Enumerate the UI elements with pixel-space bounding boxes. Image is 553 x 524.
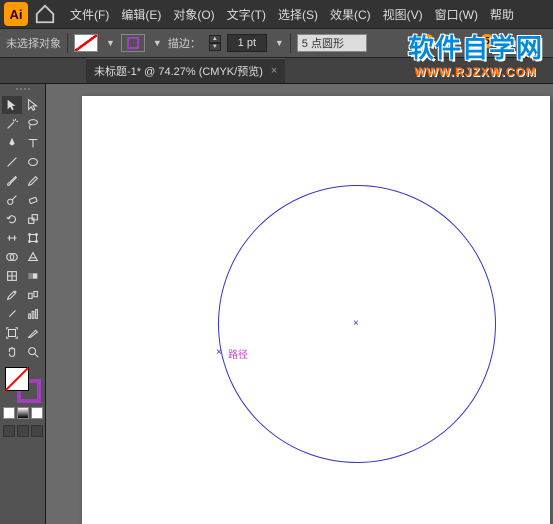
stroke-weight-dropdown-icon[interactable]: ▼ [275, 38, 284, 48]
menu-bar: Ai 文件(F) 编辑(E) 对象(O) 文字(T) 选择(S) 效果(C) 视… [0, 0, 553, 28]
canvas[interactable]: × × 路径 [46, 84, 553, 524]
lasso-tool[interactable] [23, 115, 43, 133]
document-tab[interactable]: 未标题-1* @ 74.27% (CMYK/预览) × [86, 58, 285, 83]
draw-behind-icon[interactable] [17, 425, 29, 437]
line-tool[interactable] [2, 153, 22, 171]
profile-select[interactable] [297, 34, 367, 52]
perspective-tool[interactable] [23, 248, 43, 266]
stroke-stepper[interactable]: ▲ ▼ [209, 35, 221, 51]
divider [290, 33, 291, 53]
graph-tool[interactable] [23, 305, 43, 323]
menu-select[interactable]: 选择(S) [272, 6, 324, 23]
magic-wand-tool[interactable] [2, 115, 22, 133]
divider [67, 33, 68, 53]
menu-edit[interactable]: 编辑(E) [115, 6, 167, 23]
rotate-tool[interactable] [2, 210, 22, 228]
selection-tool[interactable] [2, 96, 22, 114]
menu-type[interactable]: 文字(T) [221, 6, 272, 23]
menu-object[interactable]: 对象(O) [167, 6, 220, 23]
main-area: × × 路径 [0, 84, 553, 524]
free-transform-tool[interactable] [23, 229, 43, 247]
gradient-mode-box[interactable] [17, 407, 29, 419]
watermark: 软件自学网 WWW.RJZXW.COM [408, 28, 543, 79]
eyedropper-tool[interactable] [2, 286, 22, 304]
slice-tool[interactable] [23, 324, 43, 342]
home-icon[interactable] [34, 3, 56, 25]
paintbrush-tool[interactable] [2, 172, 22, 190]
panel-grip-icon[interactable] [3, 88, 43, 94]
symbol-sprayer-tool[interactable] [2, 305, 22, 323]
artboard-tool[interactable] [2, 324, 22, 342]
selection-status: 未选择对象 [6, 35, 61, 51]
stroke-dropdown-icon[interactable]: ▼ [153, 38, 162, 48]
gradient-tool[interactable] [23, 267, 43, 285]
edge-anchor-icon[interactable]: × [216, 350, 222, 356]
watermark-url: WWW.RJZXW.COM [408, 65, 543, 79]
blend-tool[interactable] [23, 286, 43, 304]
pen-tool[interactable] [2, 134, 22, 152]
menu-file[interactable]: 文件(F) [64, 6, 115, 23]
width-tool[interactable] [2, 229, 22, 247]
stepper-up-icon[interactable]: ▲ [209, 35, 221, 43]
close-icon[interactable]: × [271, 65, 277, 77]
tab-title: 未标题-1* @ 74.27% (CMYK/预览) [94, 63, 263, 79]
menu-window[interactable]: 窗口(W) [429, 6, 484, 23]
hand-tool[interactable] [2, 343, 22, 361]
color-mode-box[interactable] [3, 407, 15, 419]
fill-color-box[interactable] [5, 367, 29, 391]
path-label: 路径 [228, 346, 248, 361]
menu-view[interactable]: 视图(V) [377, 6, 429, 23]
menu-help[interactable]: 帮助 [484, 6, 520, 23]
app-logo: Ai [4, 2, 28, 26]
direct-selection-tool[interactable] [23, 96, 43, 114]
ellipse-tool[interactable] [23, 153, 43, 171]
fill-swatch[interactable] [74, 34, 98, 52]
shape-builder-tool[interactable] [2, 248, 22, 266]
menu-effect[interactable]: 效果(C) [324, 6, 377, 23]
tools-panel [0, 84, 46, 524]
fill-dropdown-icon[interactable]: ▼ [106, 38, 115, 48]
center-anchor-icon[interactable]: × [353, 321, 359, 327]
scale-tool[interactable] [23, 210, 43, 228]
draw-normal-icon[interactable] [3, 425, 15, 437]
zoom-tool[interactable] [23, 343, 43, 361]
stepper-down-icon[interactable]: ▼ [209, 43, 221, 51]
stroke-label: 描边： [168, 35, 201, 51]
none-mode-box[interactable] [31, 407, 43, 419]
stroke-swatch[interactable] [121, 34, 145, 52]
blob-brush-tool[interactable] [2, 191, 22, 209]
draw-inside-icon[interactable] [31, 425, 43, 437]
fill-stroke-indicator[interactable] [5, 367, 41, 403]
type-tool[interactable] [23, 134, 43, 152]
eraser-tool[interactable] [23, 191, 43, 209]
mesh-tool[interactable] [2, 267, 22, 285]
pencil-tool[interactable] [23, 172, 43, 190]
watermark-title: 软件自学网 [408, 28, 543, 65]
stroke-weight-input[interactable] [227, 34, 267, 52]
